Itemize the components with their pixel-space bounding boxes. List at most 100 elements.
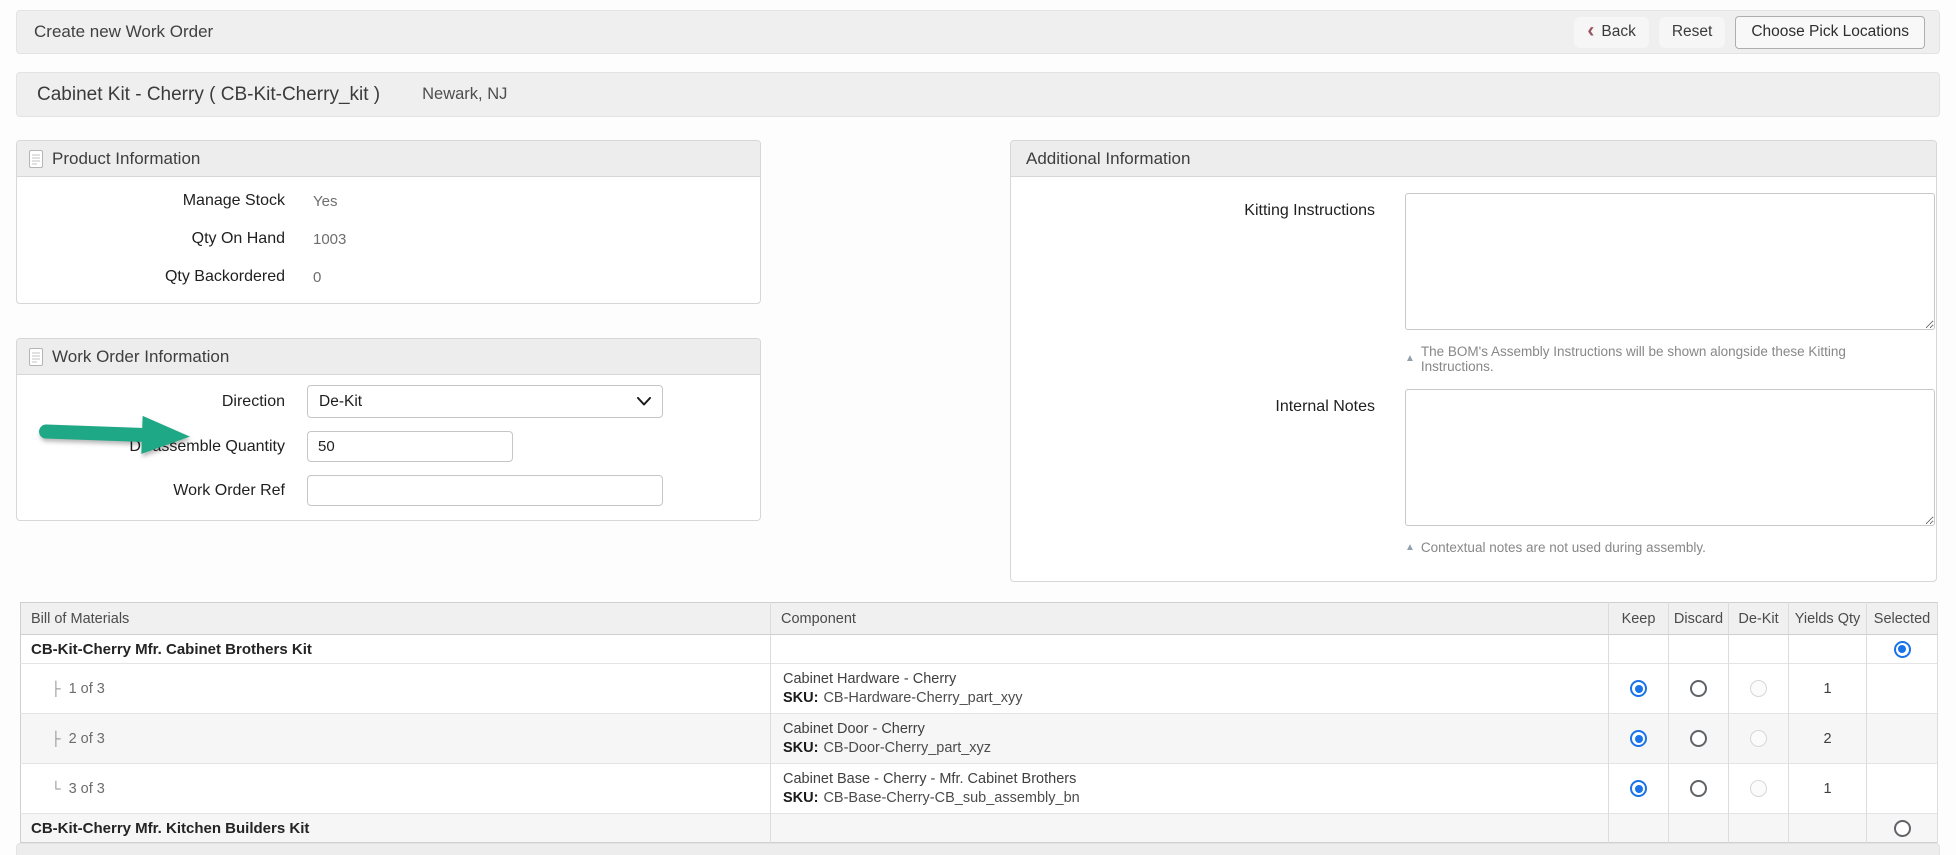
additional-information-body: Kitting Instructions ▲ The BOM's Assembl… xyxy=(1011,177,1936,581)
component-name: Cabinet Base - Cherry - Mfr. Cabinet Bro… xyxy=(783,771,1596,787)
reset-button-label: Reset xyxy=(1672,23,1713,41)
discard-radio[interactable] xyxy=(1690,680,1707,697)
component-cell: Cabinet Hardware - Cherry SKU: CB-Hardwar… xyxy=(771,664,1609,714)
component-row-2: ├2 of 3 Cabinet Door - Cherry SKU: CB-Doo… xyxy=(21,714,1938,764)
sku-label: SKU: xyxy=(783,740,818,756)
manage-stock-value: Yes xyxy=(313,193,337,210)
kit-name: CB-Kit-Cherry Mfr. Kitchen Builders Kit xyxy=(21,814,771,843)
discard-radio[interactable] xyxy=(1690,730,1707,747)
additional-information-title: Additional Information xyxy=(1026,149,1190,169)
component-cell: Cabinet Door - Cherry SKU: CB-Door-Cherry… xyxy=(771,714,1609,764)
kitting-instructions-textarea[interactable] xyxy=(1405,193,1935,330)
header-bill-of-materials: Bill of Materials xyxy=(21,603,771,635)
kitting-instructions-note: ▲ The BOM's Assembly Instructions will b… xyxy=(1405,344,1914,374)
dekit-radio xyxy=(1750,730,1767,747)
component-name: Cabinet Door - Cherry xyxy=(783,721,1596,737)
manage-stock-row: Manage Stock Yes xyxy=(35,189,742,213)
sku-value: CB-Hardware-Cherry_part_xyy xyxy=(823,690,1022,706)
internal-notes-control xyxy=(1405,389,1935,531)
product-information-panel: Product Information Manage Stock Yes Qty… xyxy=(16,140,761,304)
yields-qty-cell: 2 xyxy=(1789,714,1867,764)
disassemble-quantity-input[interactable] xyxy=(307,431,513,462)
document-icon xyxy=(29,150,43,168)
dekit-radio xyxy=(1750,780,1767,797)
sku-label: SKU: xyxy=(783,690,818,706)
component-sku-line: SKU: CB-Hardware-Cherry_part_xyy xyxy=(783,690,1596,706)
work-order-information-header: Work Order Information xyxy=(17,339,760,375)
work-order-ref-label: Work Order Ref xyxy=(35,482,285,500)
manage-stock-label: Manage Stock xyxy=(35,192,285,210)
header-dekit: De-Kit xyxy=(1729,603,1789,635)
note-triangle-icon: ▲ xyxy=(1405,543,1415,553)
internal-notes-note-text: Contextual notes are not used during ass… xyxy=(1421,540,1706,555)
kitting-instructions-note-text: The BOM's Assembly Instructions will be … xyxy=(1421,344,1914,374)
direction-pointer-arrow xyxy=(36,411,196,457)
product-information-header: Product Information xyxy=(17,141,760,177)
page-title: Create new Work Order xyxy=(34,22,213,42)
tree-end-icon: └ xyxy=(51,781,61,796)
component-name: Cabinet Hardware - Cherry xyxy=(783,671,1596,687)
internal-notes-textarea[interactable] xyxy=(1405,389,1935,526)
toolbar-actions: ‹ Back Reset Choose Pick Locations xyxy=(1574,16,1925,49)
additional-information-header: Additional Information xyxy=(1011,141,1936,177)
qty-backordered-row: Qty Backordered 0 xyxy=(35,265,742,289)
yields-qty-cell: 1 xyxy=(1789,764,1867,814)
internal-notes-label: Internal Notes xyxy=(1033,389,1375,531)
keep-radio[interactable] xyxy=(1630,780,1647,797)
yields-qty-cell: 1 xyxy=(1789,664,1867,714)
kit-selected-cell xyxy=(1867,814,1938,843)
work-order-ref-row: Work Order Ref xyxy=(35,475,742,506)
choose-pick-locations-button[interactable]: Choose Pick Locations xyxy=(1735,16,1925,49)
header-discard: Discard xyxy=(1669,603,1729,635)
discard-radio[interactable] xyxy=(1690,780,1707,797)
component-position-cell: ├2 of 3 xyxy=(21,714,771,764)
component-sku-line: SKU: CB-Door-Cherry_part_xyz xyxy=(783,740,1596,756)
component-sku-line: SKU: CB-Base-Cherry-CB_sub_assembly_bn xyxy=(783,790,1596,806)
product-location: Newark, NJ xyxy=(422,85,507,104)
bottom-toolbar-edge xyxy=(16,843,1940,855)
product-information-body: Manage Stock Yes Qty On Hand 1003 Qty Ba… xyxy=(17,177,760,303)
kitting-instructions-label: Kitting Instructions xyxy=(1033,193,1375,335)
component-row-1: ├ 1 of 3 Cabinet Hardware - Cherry SKU: CB… xyxy=(21,664,1938,714)
bom-table-head: Bill of Materials Component Keep Discard… xyxy=(21,603,1938,635)
component-position: 2 of 3 xyxy=(69,731,105,747)
work-order-information-body: Direction De-Kit Disassemble Quantity Wo… xyxy=(17,375,760,520)
back-button[interactable]: ‹ Back xyxy=(1574,17,1648,48)
kitting-instructions-row: Kitting Instructions xyxy=(1033,193,1914,335)
product-title: Cabinet Kit - Cherry ( CB-Kit-Cherry_kit… xyxy=(37,84,380,106)
keep-radio[interactable] xyxy=(1630,680,1647,697)
product-information-title: Product Information xyxy=(52,149,200,169)
selected-radio[interactable] xyxy=(1894,641,1911,658)
internal-notes-row: Internal Notes xyxy=(1033,389,1914,531)
reset-button[interactable]: Reset xyxy=(1659,17,1726,48)
direction-select-wrap: De-Kit xyxy=(307,385,663,418)
choose-pick-locations-label: Choose Pick Locations xyxy=(1751,23,1909,40)
work-order-information-panel: Work Order Information Direction De-Kit xyxy=(16,338,761,521)
kitting-instructions-control xyxy=(1405,193,1935,335)
product-header-bar: Cabinet Kit - Cherry ( CB-Kit-Cherry_kit… xyxy=(16,72,1940,117)
internal-notes-note: ▲ Contextual notes are not used during a… xyxy=(1405,540,1914,555)
create-work-order-page: Create new Work Order ‹ Back Reset Choos… xyxy=(0,0,1956,855)
work-order-ref-input[interactable] xyxy=(307,475,663,506)
keep-radio[interactable] xyxy=(1630,730,1647,747)
sku-value: CB-Base-Cherry-CB_sub_assembly_bn xyxy=(823,790,1079,806)
direction-select[interactable]: De-Kit xyxy=(307,385,663,418)
header-selected: Selected xyxy=(1867,603,1938,635)
kit-name: CB-Kit-Cherry Mfr. Cabinet Brothers Kit xyxy=(21,635,771,664)
sku-value: CB-Door-Cherry_part_xyz xyxy=(823,740,991,756)
chevron-left-icon: ‹ xyxy=(1587,20,1594,41)
component-row-3: └ 3 of 3 Cabinet Base - Cherry - Mfr. Cab… xyxy=(21,764,1938,814)
component-position: 1 of 3 xyxy=(69,681,105,697)
qty-on-hand-value: 1003 xyxy=(313,231,346,248)
selected-radio[interactable] xyxy=(1894,820,1911,837)
dekit-radio xyxy=(1750,680,1767,697)
qty-on-hand-label: Qty On Hand xyxy=(35,230,285,248)
component-position: 3 of 3 xyxy=(69,781,105,797)
sku-label: SKU: xyxy=(783,790,818,806)
kit-row-kitchen-builders: CB-Kit-Cherry Mfr. Kitchen Builders Kit xyxy=(21,814,1938,843)
document-icon xyxy=(29,348,43,366)
back-button-label: Back xyxy=(1601,23,1635,41)
direction-label: Direction xyxy=(35,393,285,411)
work-order-information-title: Work Order Information xyxy=(52,347,229,367)
tree-branch-icon: ├ xyxy=(51,681,61,696)
